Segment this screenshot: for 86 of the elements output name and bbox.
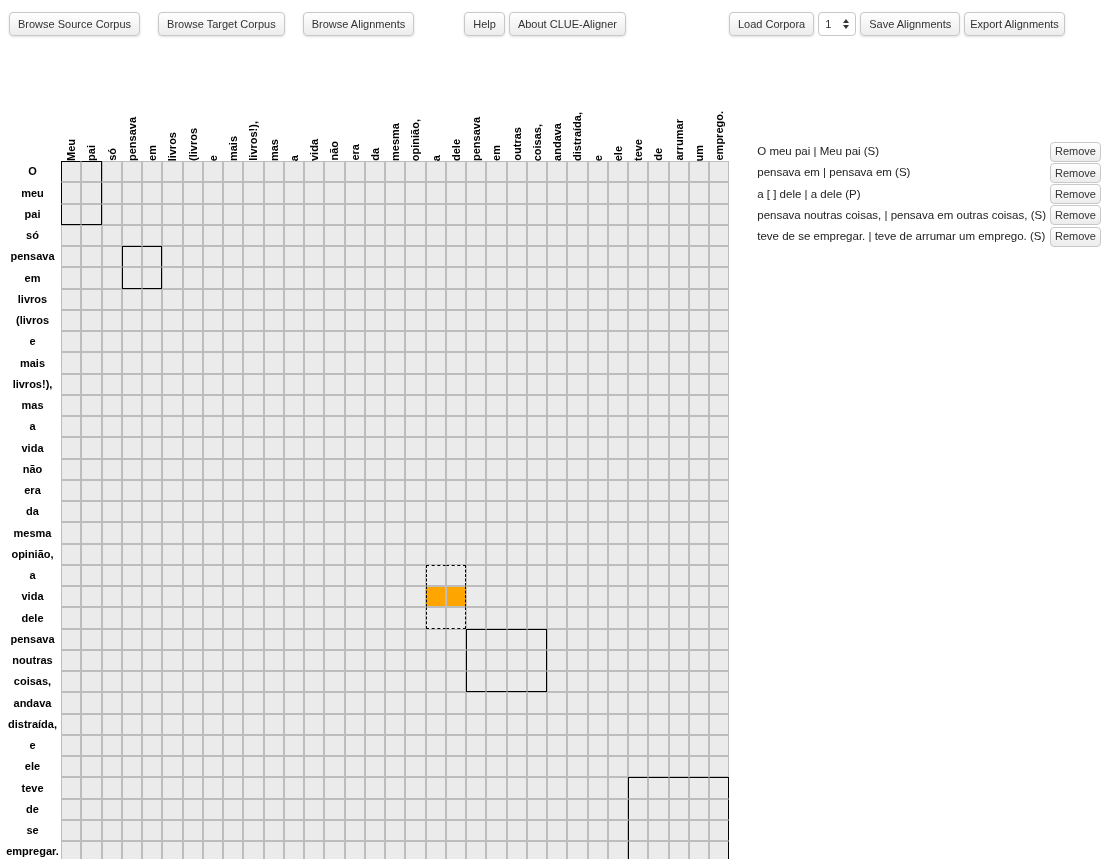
column-word: um: [692, 144, 705, 161]
toolbar-button[interactable]: Load Corpora: [728, 12, 815, 36]
toolbar-button[interactable]: Browse Source Corpus: [9, 12, 141, 36]
alignment-text: a [ ] dele | a dele (P): [757, 186, 861, 202]
column-word: em: [146, 145, 159, 161]
row-word: andava: [13, 695, 52, 711]
column-word: opinião,: [409, 118, 422, 161]
column-word: mas: [267, 138, 280, 161]
toolbar-button[interactable]: Help: [464, 12, 505, 36]
row-word: mais: [19, 355, 46, 371]
column-word: e: [206, 154, 219, 161]
row-word: em: [24, 270, 41, 286]
row-word: e: [29, 738, 36, 754]
row-word: livros!),: [12, 376, 53, 392]
remove-button[interactable]: Remove: [1050, 205, 1101, 226]
row-word: ele: [24, 759, 41, 775]
row-word: coisas,: [13, 674, 52, 690]
row-word: mesma: [13, 525, 52, 541]
toolbar-button[interactable]: Browse Alignments: [302, 12, 415, 36]
column-word: distraída,: [571, 112, 584, 161]
column-word: pensava: [125, 116, 138, 161]
column-word: da: [368, 148, 381, 161]
column-word: livros: [166, 131, 179, 161]
row-word: da: [26, 504, 39, 520]
column-word: teve: [632, 138, 645, 161]
column-word: livros!),: [247, 121, 260, 161]
row-word: distraída,: [8, 716, 57, 732]
row-word: dele: [21, 610, 44, 626]
column-word: arrumar: [672, 119, 685, 161]
alignment-text: teve de se empregar. | teve de arrumar um emprego. (S): [757, 229, 1046, 244]
corpus-select[interactable]: 1: [818, 12, 857, 36]
column-word: mesma: [389, 123, 402, 161]
alignment-text: pensava noutras coisas, | pensava em outras coisas, (S): [757, 207, 1046, 223]
row-word: meu: [21, 185, 44, 201]
row-word: O: [28, 164, 37, 180]
row-word: vida: [21, 589, 44, 605]
stepper-icon: [843, 19, 850, 29]
column-word: não: [328, 141, 341, 161]
row-word: e: [29, 334, 36, 350]
remove-button[interactable]: Remove: [1050, 141, 1101, 162]
column-word: e: [591, 154, 604, 161]
row-word: noutras: [12, 653, 53, 669]
column-word: outras: [510, 127, 523, 161]
row-word: não: [22, 461, 43, 477]
column-word: Meu: [65, 139, 78, 161]
row-word: mas: [21, 398, 44, 414]
row-word: a: [29, 568, 36, 584]
column-word: coisas,: [530, 123, 543, 161]
column-word: pensava: [470, 116, 483, 161]
column-word: a: [429, 154, 442, 161]
column-word: a: [287, 154, 300, 161]
remove-button[interactable]: Remove: [1050, 184, 1101, 205]
row-word: de: [26, 801, 39, 817]
row-word: pensava: [10, 631, 55, 647]
column-word: (livros: [186, 128, 199, 161]
remove-button[interactable]: Remove: [1050, 162, 1101, 183]
column-word: pai: [85, 145, 98, 161]
toolbar-button[interactable]: Export Alignments: [964, 12, 1065, 36]
row-word: era: [24, 483, 41, 499]
toolbar-button[interactable]: Browse Target Corpus: [158, 12, 285, 36]
row-word: vida: [21, 440, 44, 456]
column-word: ele: [611, 145, 624, 161]
row-word: teve: [21, 780, 44, 796]
column-word: era: [348, 144, 361, 161]
row-word: (livros: [16, 313, 49, 329]
column-word: emprego.: [713, 111, 726, 161]
alignment-text: pensava em | pensava em (S): [757, 165, 911, 181]
column-word: só: [105, 148, 118, 161]
row-word: a: [29, 419, 36, 435]
row-word: opinião,: [11, 546, 54, 562]
row-word: pai: [24, 206, 41, 222]
row-word: empregar.: [6, 844, 59, 859]
row-word: pensava: [10, 249, 55, 265]
row-word: se: [26, 823, 39, 839]
toolbar-button[interactable]: Save Alignments: [860, 12, 961, 36]
remove-button[interactable]: Remove: [1050, 226, 1101, 247]
toolbar-button[interactable]: About CLUE-Aligner: [508, 12, 626, 36]
column-word: vida: [308, 139, 321, 161]
column-word: andava: [551, 123, 564, 161]
row-word: só: [26, 228, 39, 244]
alignment-text: O meu pai | Meu pai (S): [757, 144, 880, 159]
column-word: em: [490, 145, 503, 161]
column-word: dele: [449, 139, 462, 161]
row-word: livros: [17, 291, 48, 307]
column-word: mais: [227, 135, 240, 161]
column-word: de: [652, 148, 665, 161]
